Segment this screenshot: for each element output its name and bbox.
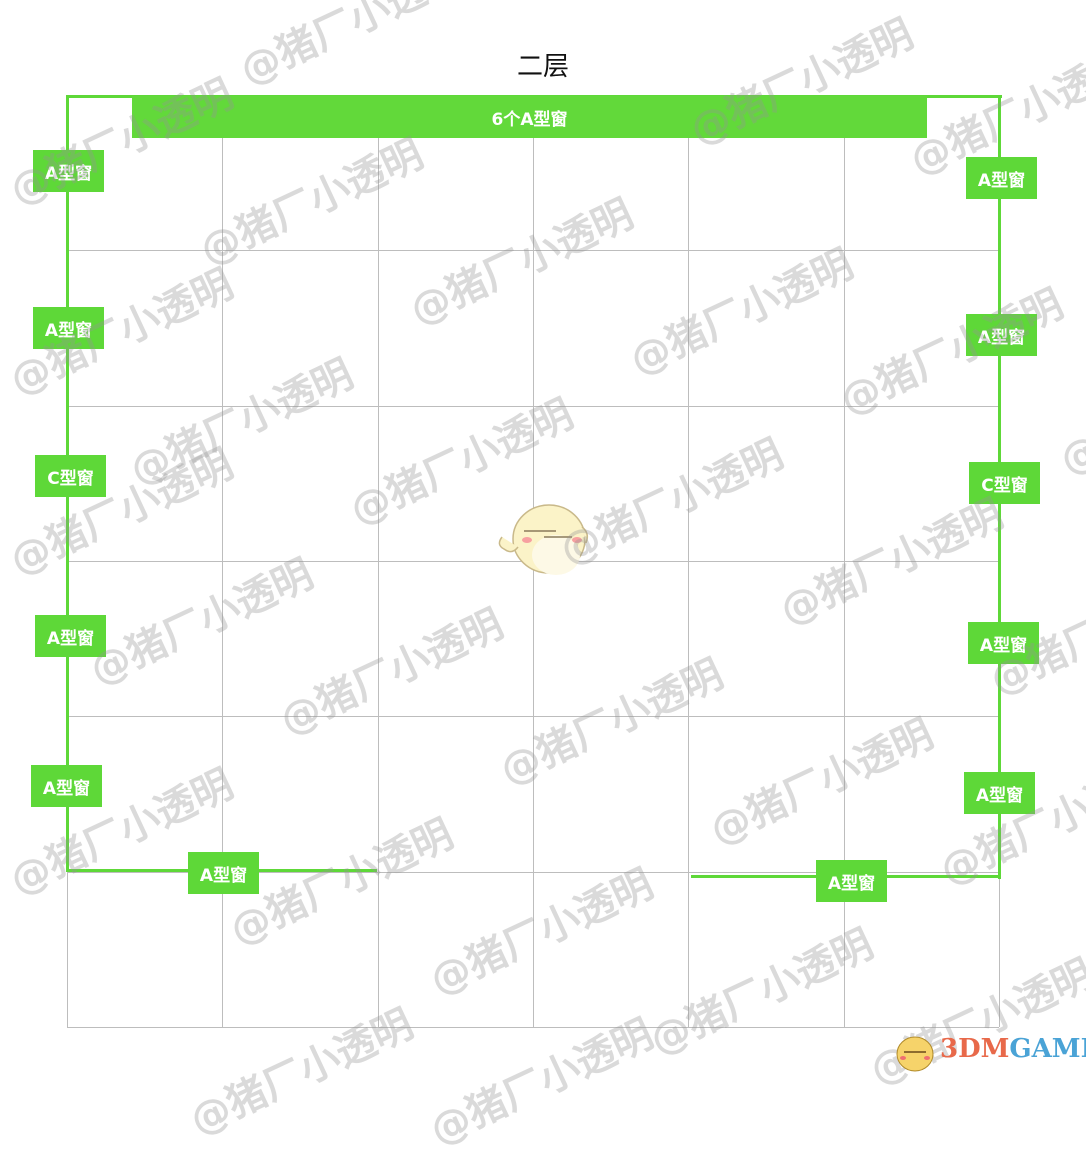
watermark-text: @猪厂小透明 — [623, 241, 861, 385]
watermark-text: @猪厂小透明 — [193, 131, 431, 275]
floor-plan-title: 二层 — [516, 52, 569, 82]
watermark-text: @猪厂小透明 — [3, 71, 241, 215]
grid-line-horizontal — [67, 250, 999, 251]
right-window-5: A型窗 — [964, 772, 1035, 814]
watermark-text: @猪厂小透明 — [83, 551, 321, 695]
watermark-text: @猪厂小透明 — [273, 601, 511, 745]
top-window-bar: 6个A型窗 — [132, 96, 927, 138]
left-window-2: A型窗 — [33, 307, 104, 349]
watermark-text: @猪厂小透明 — [1053, 341, 1086, 485]
grid-line-horizontal — [67, 716, 999, 717]
left-window-3: C型窗 — [35, 455, 106, 497]
right-window-2: A型窗 — [966, 314, 1037, 356]
logo-chick-icon — [896, 1036, 934, 1072]
bottom-window-right: A型窗 — [816, 860, 887, 902]
left-window-4: A型窗 — [35, 615, 106, 657]
bottom-window-left: A型窗 — [188, 852, 259, 894]
logo-text-game: GAME — [1009, 1034, 1086, 1064]
watermark-text: @猪厂小透明 — [423, 1011, 661, 1155]
site-logo: 3DMGAME — [880, 1030, 1086, 1075]
watermark-text: @猪厂小透明 — [423, 861, 661, 1005]
left-window-1: A型窗 — [33, 150, 104, 192]
logo-text-3dm: 3DM — [940, 1034, 1010, 1064]
grid-line-horizontal — [67, 1027, 999, 1028]
watermark-text: @猪厂小透明 — [403, 191, 641, 335]
right-window-4: A型窗 — [968, 622, 1039, 664]
left-window-5: A型窗 — [31, 765, 102, 807]
right-window-3: C型窗 — [969, 462, 1040, 504]
watermark-text: @猪厂小透明 — [493, 651, 731, 795]
watermark-text: @猪厂小透明 — [183, 1001, 421, 1145]
grid-line-horizontal — [67, 406, 999, 407]
mascot-chick-icon — [498, 504, 589, 575]
watermark-text: @猪厂小透明 — [703, 711, 941, 855]
watermark-text: @猪厂小透明 — [123, 351, 361, 495]
right-window-1: A型窗 — [966, 157, 1037, 199]
watermark-text: @猪厂小透明 — [773, 491, 1011, 635]
